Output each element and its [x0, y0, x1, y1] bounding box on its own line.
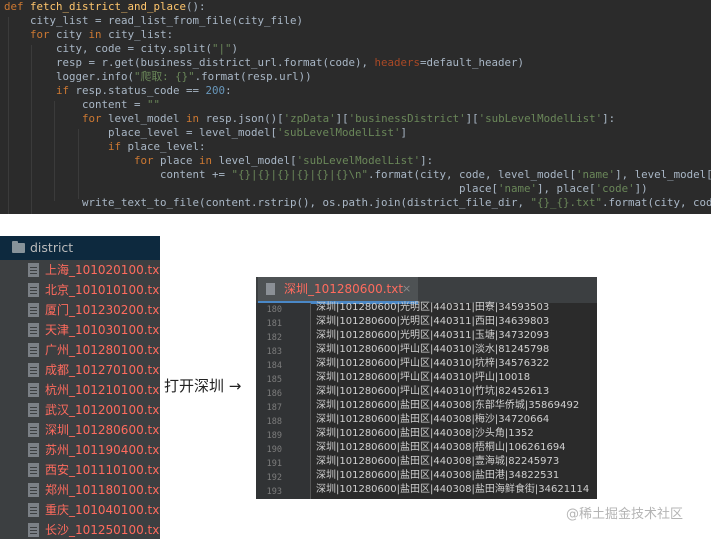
code-line-11[interactable]: if place_level:: [4, 140, 206, 154]
text-file-icon: [28, 283, 39, 297]
line-number: 192: [266, 473, 282, 483]
file-item[interactable]: 苏州_101190400.txt: [0, 440, 160, 460]
text-file-icon: [28, 423, 39, 437]
data-line[interactable]: 深圳|101280600|盐田区|440308|东部华侨城|35869492: [316, 399, 579, 413]
code-line-1[interactable]: def fetch_district_and_place():: [4, 0, 206, 14]
file-item[interactable]: 北京_101010100.txt: [0, 280, 160, 300]
folder-label: district: [30, 240, 74, 255]
data-line[interactable]: 深圳|101280600|坪山区|440310|坪山|10018: [316, 371, 530, 385]
data-line[interactable]: 深圳|101280600|坪山区|440310|竹坑|82452613: [316, 385, 549, 399]
data-line[interactable]: 深圳|101280600|光明区|440311|田寮|34593503: [316, 301, 549, 315]
file-editor[interactable]: 深圳_101280600.txt × 180 181 182 183 184 1…: [256, 277, 597, 499]
file-label: 西安_101110100.txt: [45, 463, 160, 477]
text-file-icon: [28, 443, 39, 457]
line-number: 183: [266, 347, 282, 357]
text-file-icon: [28, 383, 39, 397]
text-file-icon: [28, 263, 39, 277]
data-line[interactable]: 深圳|101280600|坪山区|440310|淡水|81245798: [316, 343, 549, 357]
code-editor[interactable]: def fetch_district_and_place(): city_lis…: [0, 0, 711, 214]
line-number: 189: [266, 431, 282, 441]
text-file-icon: [28, 403, 39, 417]
folder-icon: [12, 241, 25, 253]
line-number: 190: [266, 445, 282, 455]
text-file-icon: [28, 323, 39, 337]
data-line[interactable]: 深圳|101280600|盐田区|440308|梧桐山|106261694: [316, 441, 566, 455]
line-number: 182: [266, 333, 282, 343]
code-line-9[interactable]: for level_model in resp.json()['zpData']…: [4, 112, 615, 126]
file-label: 广州_101280100.txt: [45, 343, 160, 357]
file-item[interactable]: 天津_101030100.txt: [0, 320, 160, 340]
file-item[interactable]: 成都_101270100.txt: [0, 360, 160, 380]
open-shenzhen-annotation: 打开深圳 →: [164, 377, 242, 395]
tab-shenzhen-file[interactable]: 深圳_101280600.txt ×: [258, 277, 418, 304]
file-item[interactable]: 西安_101110100.txt: [0, 460, 160, 480]
file-item[interactable]: 武汉_101200100.txt: [0, 400, 160, 420]
file-item[interactable]: 深圳_101280600.txt: [0, 420, 160, 440]
file-item[interactable]: 长沙_101250100.txt: [0, 520, 160, 539]
text-file-icon: [28, 363, 39, 377]
code-line-2[interactable]: city_list = read_list_from_file(city_fil…: [4, 14, 303, 28]
line-number: 188: [266, 417, 282, 427]
code-line-12[interactable]: for place in level_model['subLevelModelL…: [4, 154, 433, 168]
code-line-14[interactable]: place['name'], place['code']): [4, 182, 648, 196]
code-line-13[interactable]: content += "{}|{}|{}|{}|{}|{}\n".format(…: [4, 168, 711, 182]
code-line-4[interactable]: city, code = city.split("|"): [4, 42, 238, 56]
line-number: 181: [266, 319, 282, 329]
file-label: 杭州_101210100.txt: [45, 383, 160, 397]
file-label: 上海_101020100.txt: [45, 263, 160, 277]
folder-district[interactable]: district: [0, 236, 160, 260]
data-line[interactable]: 深圳|101280600|盐田区|440308|梅沙|34720664: [316, 413, 549, 427]
code-line-3[interactable]: for city in city_list:: [4, 28, 173, 42]
file-item[interactable]: 厦门_101230200.txt: [0, 300, 160, 320]
file-label: 天津_101030100.txt: [45, 323, 160, 337]
editor-tab-bar: 深圳_101280600.txt ×: [256, 277, 597, 304]
line-number: 185: [266, 375, 282, 385]
file-item[interactable]: 杭州_101210100.txt: [0, 380, 160, 400]
file-label: 重庆_101040100.txt: [45, 503, 160, 517]
code-line-6[interactable]: logger.info("爬取: {}".format(resp.url)): [4, 70, 312, 84]
text-file-icon: [28, 503, 39, 517]
data-line[interactable]: 深圳|101280600|光明区|440311|玉塘|34732093: [316, 329, 549, 343]
file-label: 苏州_101190400.txt: [45, 443, 160, 457]
file-item[interactable]: 广州_101280100.txt: [0, 340, 160, 360]
data-line[interactable]: 深圳|101280600|盐田区|440308|盐田海鲜食街|34621114: [316, 483, 589, 497]
line-number: 184: [266, 361, 282, 371]
file-item[interactable]: 重庆_101040100.txt: [0, 500, 160, 520]
data-line[interactable]: 深圳|101280600|光明区|440311|西田|34639803: [316, 315, 549, 329]
line-number: 191: [266, 459, 282, 469]
text-file-icon: [28, 303, 39, 317]
file-label: 郑州_101180100.txt: [45, 483, 160, 497]
tab-label: 深圳_101280600.txt: [284, 282, 404, 296]
file-item[interactable]: 郑州_101180100.txt: [0, 480, 160, 500]
code-line-5[interactable]: resp = r.get(business_district_url.forma…: [4, 56, 524, 70]
file-label: 北京_101010100.txt: [45, 283, 160, 297]
text-file-icon: [28, 343, 39, 357]
gutter-divider: [310, 303, 311, 499]
file-label: 武汉_101200100.txt: [45, 403, 160, 417]
file-label: 深圳_101280600.txt: [45, 423, 160, 437]
project-tree: district 上海_101020100.txt 北京_101010100.t…: [0, 236, 160, 539]
code-line-7[interactable]: if resp.status_code == 200:: [4, 84, 232, 98]
text-file-icon: [28, 483, 39, 497]
line-number: 193: [266, 487, 282, 497]
code-line-15[interactable]: write_text_to_file(content.rstrip(), os.…: [4, 196, 711, 210]
watermark: @稀土掘金技术社区: [566, 507, 684, 522]
file-item[interactable]: 上海_101020100.txt: [0, 260, 160, 280]
code-line-8[interactable]: content = "": [4, 98, 160, 112]
line-number: 187: [266, 403, 282, 413]
close-icon[interactable]: ×: [402, 277, 411, 301]
text-file-icon: [28, 463, 39, 477]
text-file-icon: [28, 523, 39, 537]
file-label: 成都_101270100.txt: [45, 363, 160, 377]
text-file-icon: [266, 283, 275, 295]
code-line-10[interactable]: place_level = level_model['subLevelModel…: [4, 126, 407, 140]
data-line[interactable]: 深圳|101280600|盐田区|440308|盐田港|34822531: [316, 469, 559, 483]
line-number: 186: [266, 389, 282, 399]
data-line[interactable]: 深圳|101280600|坪山区|440310|坑梓|34576322: [316, 357, 549, 371]
file-label: 厦门_101230200.txt: [45, 303, 160, 317]
data-line[interactable]: 深圳|101280600|盐田区|440308|壹海城|82245973: [316, 455, 559, 469]
line-number: 180: [266, 305, 282, 315]
data-line[interactable]: 深圳|101280600|盐田区|440308|沙头角|1352: [316, 427, 534, 441]
file-label: 长沙_101250100.txt: [45, 523, 160, 537]
